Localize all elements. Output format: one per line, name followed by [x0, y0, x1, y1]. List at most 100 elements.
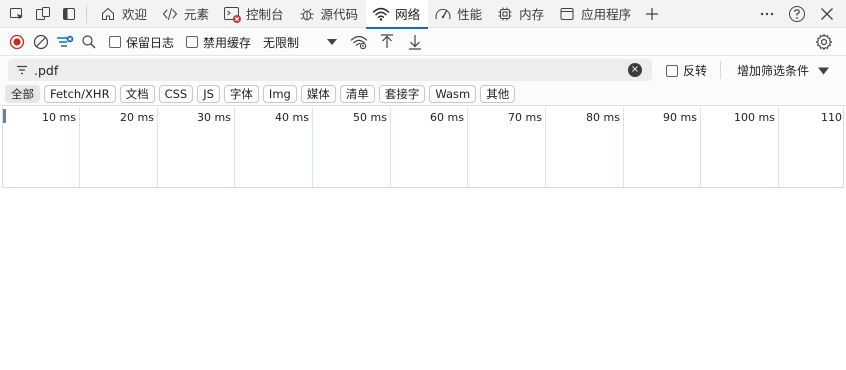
tick-label: 30 ms [197, 111, 231, 124]
more-filters-label: 增加筛选条件 [737, 64, 810, 78]
more-filters-dropdown[interactable]: 增加筛选条件 [737, 62, 830, 79]
tick-label: 110 [821, 111, 842, 124]
type-filter-wasm[interactable]: Wasm [429, 85, 477, 103]
home-icon [99, 5, 117, 23]
console-icon [223, 5, 242, 23]
close-icon[interactable] [816, 3, 838, 25]
filter-toggle-icon[interactable] [53, 30, 77, 54]
dock-side-icon[interactable] [58, 3, 80, 25]
tab-sources[interactable]: 源代码 [292, 0, 367, 28]
timeline-tick: 90 ms [624, 107, 701, 187]
filter-row: .pdf × 反转 增加筛选条件 [0, 57, 846, 83]
checkbox-box[interactable] [666, 64, 678, 77]
export-har-icon[interactable] [403, 30, 427, 54]
tab-label: 元素 [184, 7, 210, 22]
timeline-tick: 60 ms [391, 107, 468, 187]
tab-label: 内存 [519, 7, 545, 22]
clear-filter-icon[interactable]: × [628, 63, 642, 77]
chevron-down-icon [327, 38, 338, 46]
type-filter-manifest[interactable]: 清单 [339, 85, 375, 103]
tab-elements[interactable]: 元素 [155, 0, 217, 28]
settings-gear-icon[interactable] [812, 30, 836, 54]
add-tab-button[interactable] [639, 0, 665, 28]
tick-label: 70 ms [508, 111, 542, 124]
disable-cache-label: 禁用缓存 [203, 35, 252, 50]
type-filter-fetch-xhr[interactable]: Fetch/XHR [44, 85, 116, 103]
timeline-tick: 110 [779, 107, 843, 187]
filter-input[interactable]: .pdf × [8, 59, 652, 81]
network-toolbar: 保留日志 禁用缓存 无限制 [0, 29, 846, 56]
tab-label: 欢迎 [122, 7, 148, 22]
tick-label: 80 ms [586, 111, 620, 124]
device-emulation-icon[interactable] [32, 3, 54, 25]
devtools-window-controls [756, 3, 838, 25]
type-filter-img[interactable]: Img [262, 85, 297, 103]
type-filter-js[interactable]: JS [197, 85, 220, 103]
type-filter-media[interactable]: 媒体 [300, 85, 336, 103]
code-icon [161, 5, 179, 23]
request-list-area [0, 188, 846, 370]
timeline-tick: 10 ms [3, 107, 80, 187]
timeline-overview[interactable]: 10 ms 20 ms 30 ms 40 ms 50 ms 60 ms 70 m… [2, 107, 844, 188]
timeline-tick: 80 ms [546, 107, 624, 187]
filter-icon [16, 65, 28, 75]
search-icon[interactable] [77, 30, 101, 54]
wifi-icon [372, 5, 390, 23]
tab-performance[interactable]: 性能 [428, 0, 490, 28]
type-filter-websocket[interactable]: 套接字 [378, 85, 426, 103]
tick-label: 60 ms [430, 111, 464, 124]
inspect-element-icon[interactable] [6, 3, 28, 25]
checkbox-box[interactable] [109, 36, 121, 48]
checkbox-box[interactable] [186, 36, 199, 48]
plus-icon [645, 7, 659, 21]
tab-label: 网络 [395, 7, 421, 22]
timeline-tick: 40 ms [235, 107, 313, 187]
memory-icon [496, 5, 514, 23]
tick-label: 50 ms [353, 111, 387, 124]
timeline-tick: 100 ms [701, 107, 779, 187]
timeline-tick: 20 ms [80, 107, 158, 187]
bug-icon [298, 5, 316, 23]
type-filter-font[interactable]: 字体 [223, 85, 259, 103]
invert-label: 反转 [683, 64, 708, 78]
tick-label: 90 ms [663, 111, 697, 124]
preserve-log-checkbox[interactable]: 保留日志 [109, 34, 174, 51]
type-filter-other[interactable]: 其他 [480, 85, 516, 103]
tab-label: 应用程序 [581, 7, 632, 22]
application-icon [558, 5, 576, 23]
tick-label: 100 ms [734, 111, 775, 124]
type-filter-css[interactable]: CSS [158, 85, 194, 103]
throttling-select[interactable]: 无限制 [263, 34, 338, 51]
tab-memory[interactable]: 内存 [490, 0, 552, 28]
timeline-tick: 50 ms [313, 107, 391, 187]
type-filter-doc[interactable]: 文档 [119, 85, 155, 103]
clear-icon[interactable] [29, 30, 53, 54]
tab-application[interactable]: 应用程序 [552, 0, 639, 28]
throttling-value: 无限制 [263, 35, 300, 50]
tab-separator [86, 4, 87, 23]
preserve-log-label: 保留日志 [126, 35, 175, 50]
invert-checkbox[interactable]: 反转 [666, 62, 707, 79]
help-icon[interactable] [786, 3, 808, 25]
disable-cache-checkbox[interactable]: 禁用缓存 [186, 34, 251, 51]
tab-network[interactable]: 网络 [366, 0, 429, 29]
tab-label: 性能 [457, 7, 483, 22]
tab-welcome[interactable]: 欢迎 [93, 0, 155, 28]
import-har-icon[interactable] [375, 30, 399, 54]
type-filter-all[interactable]: 全部 [5, 85, 40, 103]
tab-label: 控制台 [246, 7, 284, 22]
network-conditions-icon[interactable] [347, 30, 371, 54]
performance-icon [434, 5, 452, 23]
caret-down-icon [818, 67, 830, 75]
record-icon[interactable] [5, 30, 29, 54]
tick-label: 10 ms [42, 111, 76, 124]
tab-console[interactable]: 控制台 [217, 0, 292, 28]
more-options-icon[interactable] [756, 3, 778, 25]
timeline-tick: 30 ms [158, 107, 235, 187]
tick-label: 40 ms [275, 111, 309, 124]
resource-type-filters: 全部 Fetch/XHR 文档 CSS JS 字体 Img 媒体 清单 套接字 … [0, 83, 846, 106]
tab-label: 源代码 [320, 7, 359, 22]
filter-input-value: .pdf [34, 62, 59, 78]
timeline-tick: 70 ms [468, 107, 546, 187]
tick-label: 20 ms [120, 111, 154, 124]
